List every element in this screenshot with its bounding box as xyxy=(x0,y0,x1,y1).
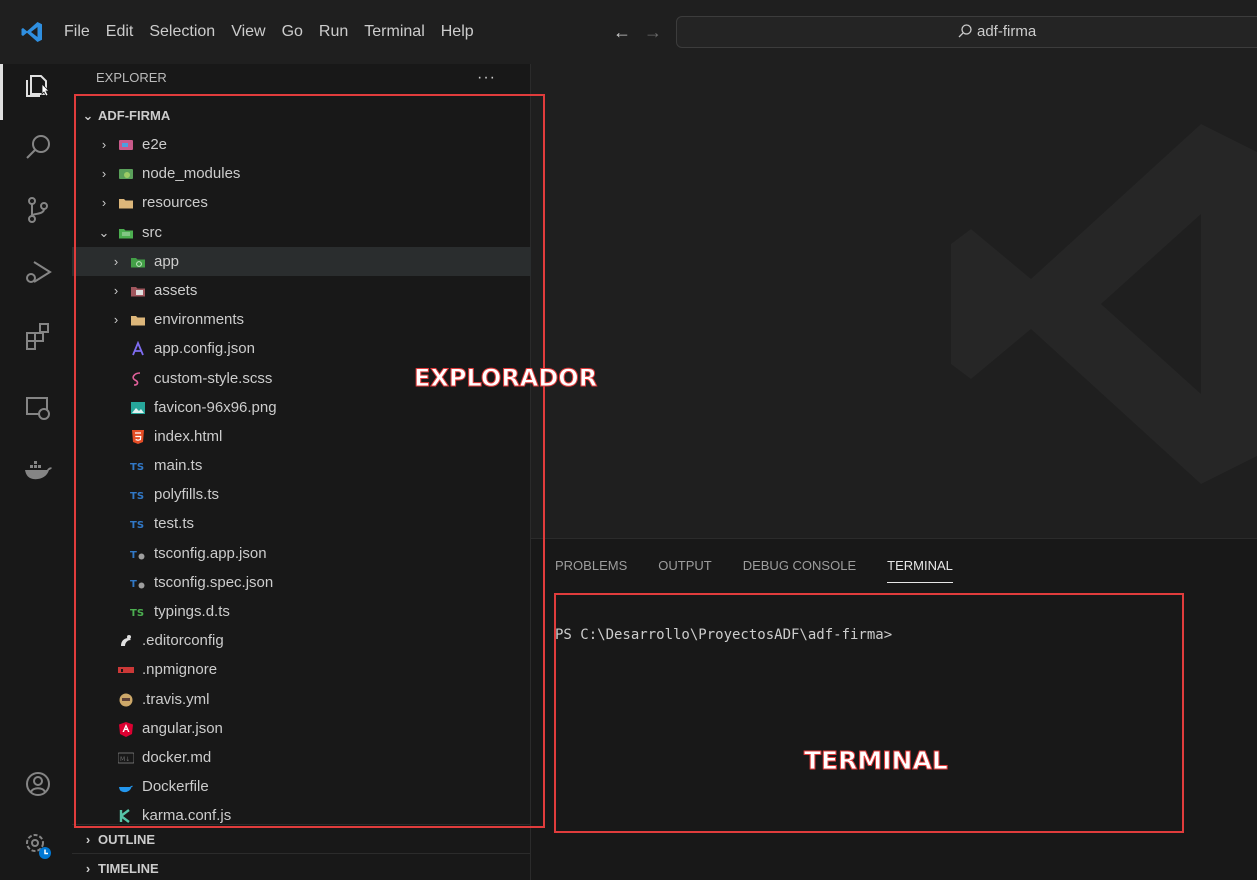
search-icon xyxy=(958,24,972,38)
explorer-header: EXPLORER ··· xyxy=(96,64,516,92)
menu-run[interactable]: Run xyxy=(319,20,348,44)
chevron-right-icon: › xyxy=(85,832,91,847)
command-center[interactable]: adf-firma xyxy=(676,16,1257,48)
title-bar: File Edit Selection View Go Run Terminal… xyxy=(0,0,1257,64)
command-center-content: adf-firma xyxy=(957,21,1036,43)
outline-label: OUTLINE xyxy=(98,832,156,847)
explorer-files-icon[interactable] xyxy=(22,70,54,102)
outline-section[interactable]: › OUTLINE xyxy=(72,824,531,853)
manage-gear-icon[interactable] xyxy=(22,830,54,862)
explorer-title: EXPLORER xyxy=(96,70,167,85)
tab-problems[interactable]: PROBLEMS xyxy=(555,554,627,578)
menu-bar: File Edit Selection View Go Run Terminal… xyxy=(64,20,490,44)
remote-explorer-icon[interactable] xyxy=(22,392,54,424)
vscode-watermark-icon xyxy=(951,124,1257,484)
tab-output[interactable]: OUTPUT xyxy=(658,554,711,578)
menu-selection[interactable]: Selection xyxy=(149,20,215,44)
forward-arrow-icon[interactable]: → xyxy=(644,22,662,42)
workspace-name: adf-firma xyxy=(977,23,1037,40)
menu-file[interactable]: File xyxy=(64,20,90,44)
explorer-annotation-label: EXPLORADOR xyxy=(413,364,598,393)
navigation-arrows: ← → xyxy=(613,20,670,44)
terminal-annotation-box xyxy=(554,593,1184,833)
terminal-annotation-label: TERMINAL xyxy=(804,746,949,776)
menu-help[interactable]: Help xyxy=(441,20,474,44)
search-icon[interactable] xyxy=(22,132,54,164)
accounts-icon[interactable] xyxy=(22,768,54,800)
menu-edit[interactable]: Edit xyxy=(106,20,134,44)
active-view-indicator xyxy=(0,64,3,120)
menu-view[interactable]: View xyxy=(231,20,265,44)
menu-go[interactable]: Go xyxy=(282,20,303,44)
tab-terminal[interactable]: TERMINAL xyxy=(887,554,953,583)
back-arrow-icon[interactable]: ← xyxy=(613,22,631,42)
activity-bar xyxy=(0,64,72,880)
panel-tabs: PROBLEMS OUTPUT DEBUG CONSOLE TERMINAL xyxy=(555,554,984,583)
explorer-annotation-box xyxy=(74,94,545,828)
extensions-icon[interactable] xyxy=(22,320,54,352)
run-debug-icon[interactable] xyxy=(22,256,54,288)
more-actions-icon[interactable]: ··· xyxy=(477,64,496,92)
menu-terminal[interactable]: Terminal xyxy=(364,20,424,44)
timeline-section[interactable]: › TIMELINE xyxy=(72,853,531,880)
chevron-right-icon: › xyxy=(85,861,91,876)
docker-icon[interactable] xyxy=(22,454,54,486)
source-control-icon[interactable] xyxy=(22,194,54,226)
editor-area xyxy=(531,64,1257,538)
vscode-logo-icon xyxy=(21,22,42,42)
timeline-label: TIMELINE xyxy=(98,861,159,876)
tab-debug-console[interactable]: DEBUG CONSOLE xyxy=(743,554,856,578)
